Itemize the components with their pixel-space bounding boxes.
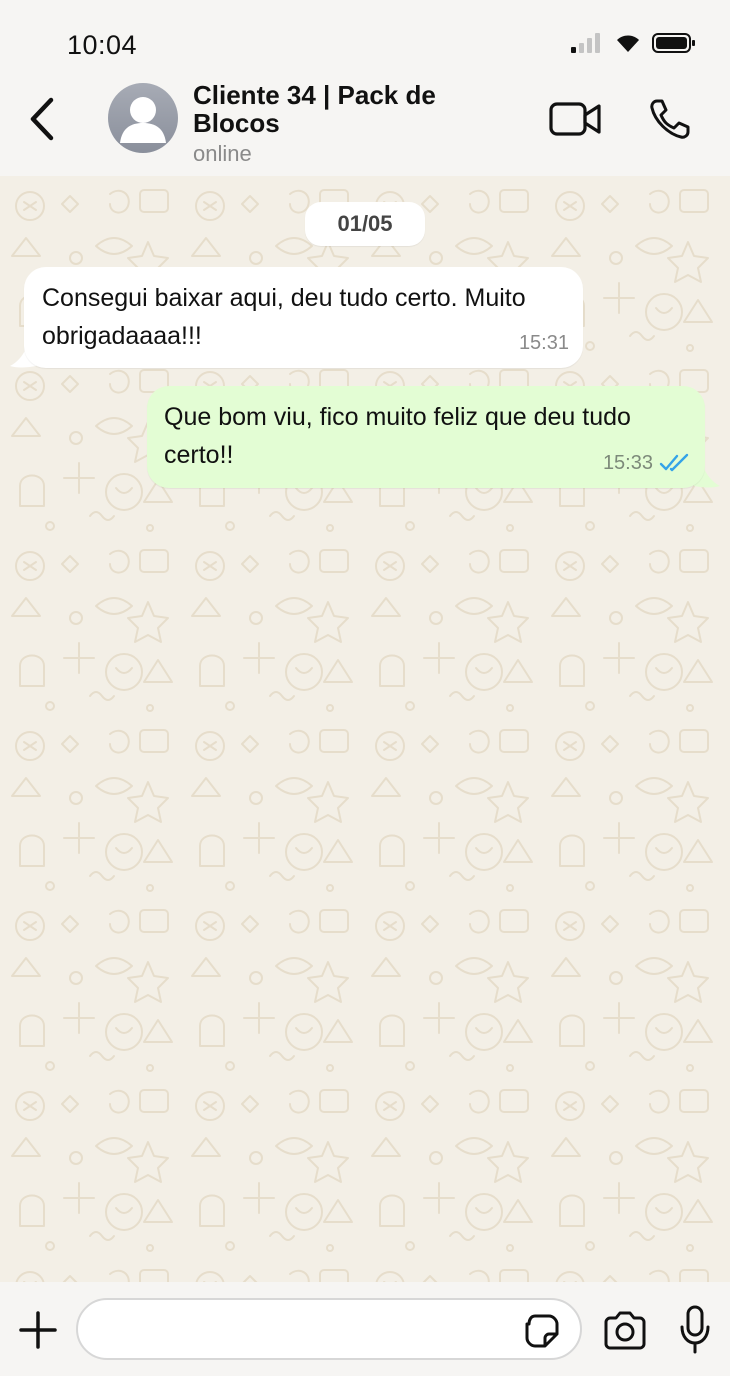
sticker-button[interactable] — [522, 1311, 562, 1351]
message-text: Consegui baixar aqui, deu tudo certo. Mu… — [42, 284, 526, 350]
video-call-icon — [549, 102, 601, 136]
voice-call-button[interactable] — [645, 94, 695, 144]
back-arrow-icon — [30, 97, 54, 141]
contact-status: online — [193, 141, 252, 166]
battery-icon — [652, 32, 696, 59]
plus-icon — [19, 1311, 57, 1349]
read-ticks-icon — [659, 453, 689, 472]
message-time: 15:31 — [518, 332, 569, 354]
avatar[interactable] — [108, 83, 178, 153]
incoming-message[interactable]: Consegui baixar aqui, deu tudo certo. Mu… — [24, 267, 583, 368]
status-icons — [570, 32, 696, 59]
message-meta: 15:33 — [603, 444, 691, 482]
camera-button[interactable] — [600, 1307, 650, 1353]
mic-icon — [680, 1305, 710, 1354]
status-bar: 10:04 — [0, 0, 730, 80]
avatar-icon — [120, 97, 166, 143]
chat-header: Cliente 34 | Pack de Blocos online — [0, 80, 730, 176]
mic-button[interactable] — [675, 1304, 715, 1356]
status-time: 10:04 — [67, 30, 138, 60]
date-chip: 01/05 — [305, 202, 425, 246]
contact-info[interactable]: Cliente 34 | Pack de Blocos online — [193, 81, 523, 167]
contact-name: Cliente 34 | Pack de Blocos — [193, 80, 436, 138]
wifi-icon — [614, 32, 642, 59]
message-input[interactable] — [76, 1298, 582, 1360]
outgoing-message[interactable]: Que bom viu, fico muito feliz que deu tu… — [147, 386, 705, 488]
sticker-icon — [525, 1314, 559, 1348]
camera-icon — [604, 1311, 646, 1350]
signal-icon — [570, 32, 604, 59]
back-button[interactable] — [22, 94, 62, 144]
message-time: 15:33 — [602, 452, 653, 474]
input-bar — [0, 1282, 730, 1376]
attach-button[interactable] — [16, 1308, 60, 1352]
video-call-button[interactable] — [548, 98, 604, 140]
chat-area[interactable]: 01/05 Consegui baixar aqui, deu tudo cer… — [0, 176, 730, 1282]
phone-icon — [650, 99, 690, 139]
